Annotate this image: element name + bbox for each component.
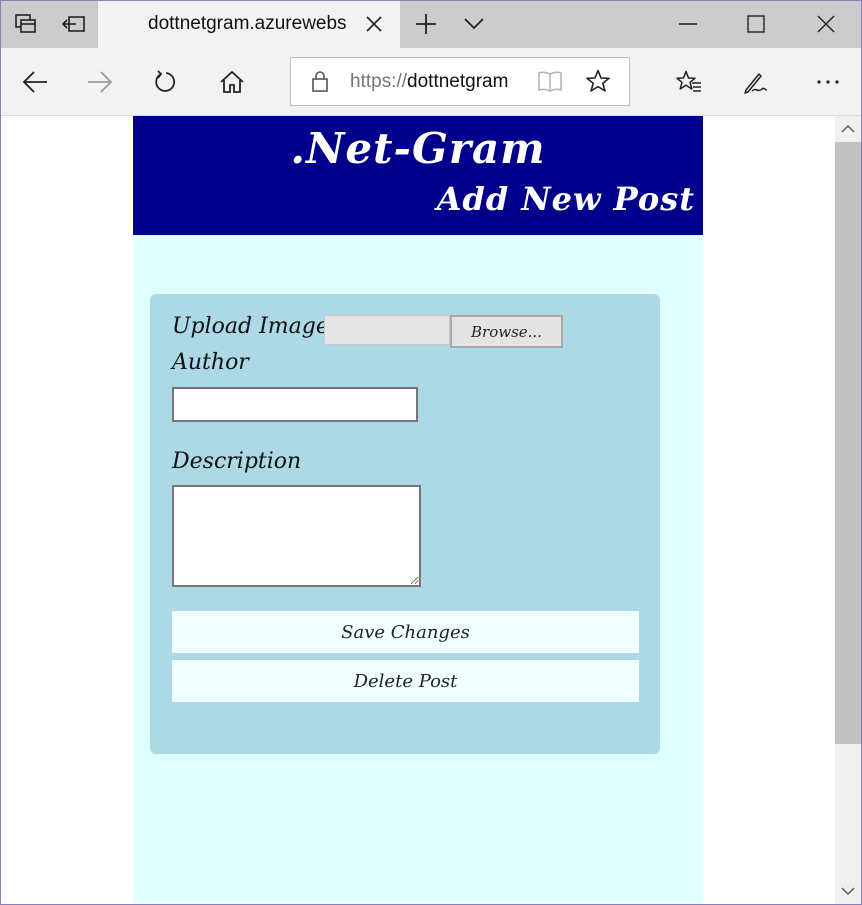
description-input[interactable]	[172, 485, 421, 587]
save-changes-button[interactable]: Save Changes	[172, 611, 639, 653]
scroll-up-arrow-icon[interactable]	[835, 116, 861, 142]
close-icon[interactable]	[362, 12, 386, 36]
browse-button[interactable]: Browse...	[450, 315, 563, 348]
vertical-scrollbar[interactable]	[835, 116, 861, 904]
window-close-icon[interactable]	[802, 0, 850, 48]
maximize-icon[interactable]	[732, 0, 780, 48]
url-host: dottnetgram	[407, 71, 509, 92]
site-header: .Net-Gram Add New Post	[133, 116, 703, 235]
browser-tab[interactable]: dottnetgram.azurewebs	[98, 0, 400, 48]
page-body: .Net-Gram Add New Post Upload Image Brow…	[133, 116, 703, 904]
web-notes-icon[interactable]	[731, 58, 779, 106]
reading-view-icon[interactable]	[537, 70, 563, 96]
address-bar[interactable]: https://dottnetgram	[290, 57, 630, 106]
url-text: https://dottnetgram	[350, 71, 525, 93]
author-label: Author	[172, 350, 249, 375]
page-viewport: .Net-Gram Add New Post Upload Image Brow…	[0, 116, 835, 904]
scrollbar-thumb[interactable]	[835, 142, 861, 744]
tab-list-chevron-icon[interactable]	[452, 0, 496, 48]
tab-actions-icon[interactable]	[2, 0, 50, 48]
set-aside-tabs-icon[interactable]	[50, 0, 98, 48]
forward-icon[interactable]	[76, 58, 124, 106]
post-form: Upload Image Browse... Author Descriptio…	[150, 294, 660, 754]
url-scheme: https://	[350, 71, 408, 92]
delete-post-button[interactable]: Delete Post	[172, 660, 639, 702]
author-input[interactable]	[172, 387, 418, 422]
description-label: Description	[172, 449, 302, 474]
minimize-icon[interactable]	[664, 0, 712, 48]
back-icon[interactable]	[11, 58, 59, 106]
tab-bar: dottnetgram.azurewebs	[0, 0, 862, 48]
file-path-field[interactable]	[324, 315, 450, 345]
navigation-bar: https://dottnetgram	[0, 48, 862, 116]
site-title: .Net-Gram	[290, 124, 546, 173]
scroll-down-arrow-icon[interactable]	[835, 878, 861, 904]
lock-icon	[311, 70, 329, 96]
more-icon[interactable]	[804, 58, 852, 106]
favorites-list-icon[interactable]	[665, 58, 713, 106]
upload-image-label: Upload Image	[172, 314, 329, 339]
refresh-icon[interactable]	[142, 58, 190, 106]
favorite-star-icon[interactable]	[586, 69, 610, 97]
tab-title: dottnetgram.azurewebs	[148, 13, 347, 34]
new-tab-icon[interactable]	[404, 0, 448, 48]
home-icon[interactable]	[208, 58, 256, 106]
page-subtitle: Add New Post	[436, 180, 695, 218]
